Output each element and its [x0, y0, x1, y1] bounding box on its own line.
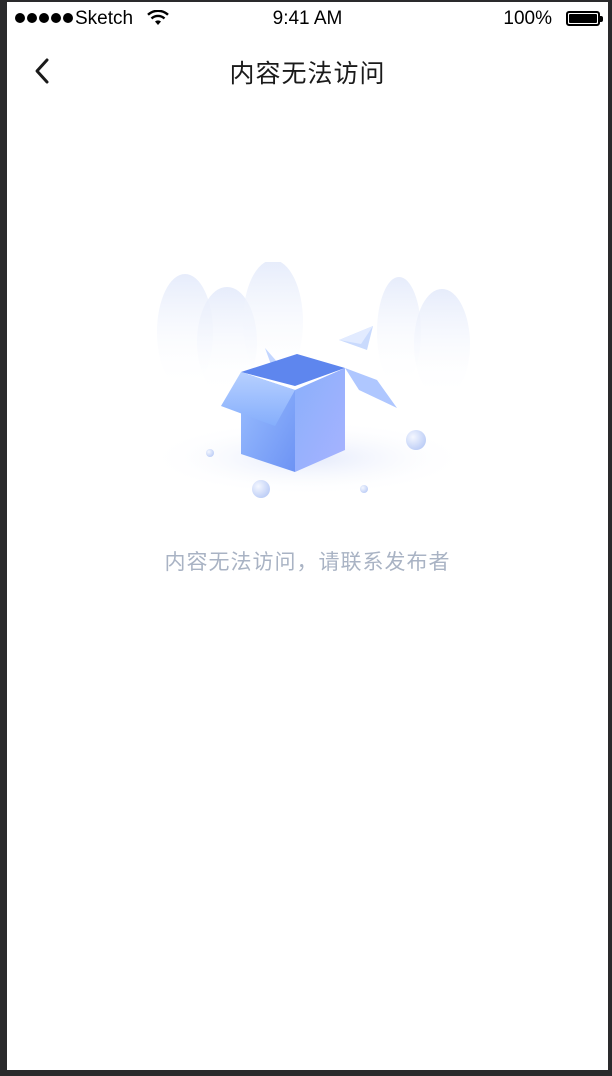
battery-icon: [566, 11, 603, 26]
empty-state-message: 内容无法访问，请联系发布者: [164, 550, 451, 574]
status-bar: Sketch 9:41 AM 100%: [7, 2, 608, 36]
empty-box-icon: [145, 260, 471, 502]
nav-bar: 内容无法访问: [7, 42, 608, 100]
page-title: 内容无法访问: [229, 59, 386, 88]
battery-percent: 100%: [503, 8, 552, 29]
app-screen: Sketch 9:41 AM 100% 内容无法访问 内容无法访问，请联系发布者: [7, 2, 608, 1070]
